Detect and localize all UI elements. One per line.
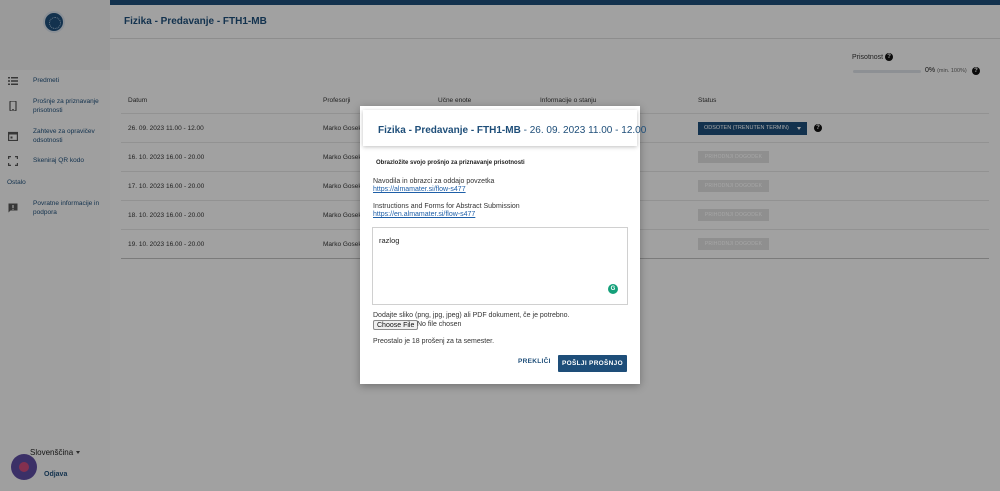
grammarly-icon[interactable]: G bbox=[608, 284, 618, 294]
reason-value: razlog bbox=[379, 236, 400, 245]
dialog-course: Fizika - Predavanje - FTH1-MB bbox=[378, 125, 521, 136]
dialog-title: Fizika - Predavanje - FTH1-MB - 26. 09. … bbox=[378, 125, 646, 136]
file-status: No file chosen bbox=[417, 321, 462, 328]
cancel-button[interactable]: PREKLIČI bbox=[518, 358, 551, 365]
instructions-en: Instructions and Forms for Abstract Subm… bbox=[373, 203, 520, 210]
reason-textarea[interactable]: razlog G bbox=[372, 227, 628, 305]
send-request-button[interactable]: POŠLJI PROŠNJO bbox=[558, 355, 627, 372]
explain-label: Obrazložite svojo prošnjo za priznavanje… bbox=[376, 160, 525, 166]
dialog-date: - 26. 09. 2023 11.00 - 12.00 bbox=[520, 125, 647, 136]
instructions-sl: Navodila in obrazci za oddajo povzetka bbox=[373, 178, 495, 185]
link-en[interactable]: https://en.almamater.si/flow-s477 bbox=[373, 211, 475, 218]
dialog-header: Fizika - Predavanje - FTH1-MB - 26. 09. … bbox=[363, 110, 646, 146]
remaining-requests: Preostalo je 18 prošenj za ta semester. bbox=[373, 338, 495, 345]
attendance-request-dialog: Fizika - Predavanje - FTH1-MB - 26. 09. … bbox=[360, 106, 646, 384]
link-sl[interactable]: https://almamater.si/flow-s477 bbox=[373, 186, 466, 193]
attachment-hint: Dodajte sliko (png, jpg, jpeg) ali PDF d… bbox=[373, 312, 570, 319]
choose-file-button[interactable]: Choose File bbox=[373, 320, 419, 330]
